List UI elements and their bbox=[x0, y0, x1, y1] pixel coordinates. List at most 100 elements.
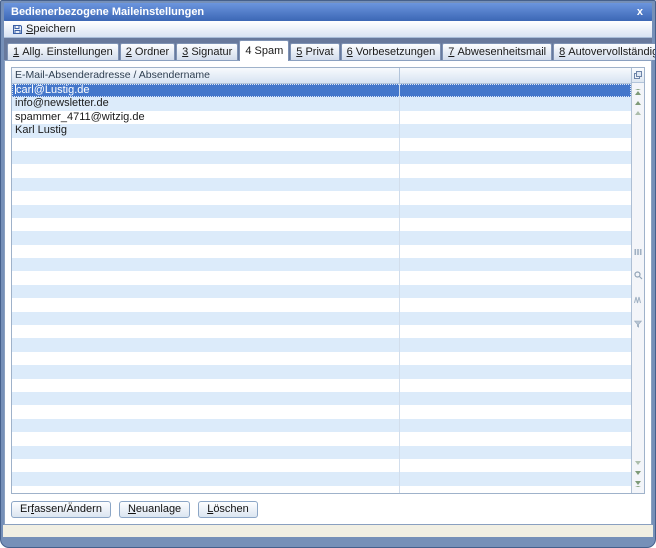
table-row[interactable] bbox=[12, 352, 631, 365]
tab-signatur[interactable]: 3 Signatur bbox=[176, 43, 238, 60]
scroll-top-icon[interactable] bbox=[635, 89, 641, 95]
cell-sender: carl@Lustig.de bbox=[12, 84, 400, 97]
table-row[interactable] bbox=[12, 164, 631, 177]
table-row[interactable] bbox=[12, 205, 631, 218]
table-row[interactable] bbox=[12, 178, 631, 191]
save-button[interactable]: Speichern bbox=[9, 23, 79, 35]
cell-sender bbox=[12, 365, 400, 378]
window-title: Bedienerbezogene Maileinstellungen bbox=[11, 6, 204, 18]
rail-top-group bbox=[635, 83, 641, 121]
loeschen-button[interactable]: Löschen bbox=[198, 501, 258, 518]
table-row[interactable] bbox=[12, 285, 631, 298]
cell-sender bbox=[12, 164, 400, 177]
cell-empty bbox=[400, 245, 631, 258]
tab-privat[interactable]: 5 Privat bbox=[290, 43, 339, 60]
table-row[interactable] bbox=[12, 379, 631, 392]
cell-empty bbox=[400, 151, 631, 164]
cell-empty bbox=[400, 446, 631, 459]
table-row[interactable]: spammer_4711@witzig.de bbox=[12, 111, 631, 124]
cell-empty bbox=[400, 472, 631, 485]
cell-sender bbox=[12, 218, 400, 231]
table-row[interactable] bbox=[12, 325, 631, 338]
table-row[interactable] bbox=[12, 271, 631, 284]
table-row[interactable] bbox=[12, 138, 631, 151]
cell-empty bbox=[400, 178, 631, 191]
table-row[interactable] bbox=[12, 365, 631, 378]
columns-icon[interactable] bbox=[634, 243, 642, 261]
column-header-sender[interactable]: E-Mail-Absenderadresse / Absendername bbox=[12, 68, 400, 83]
cell-empty bbox=[400, 231, 631, 244]
column-header-empty[interactable] bbox=[400, 68, 631, 83]
tab-spam[interactable]: 4 Spam bbox=[239, 40, 289, 61]
grid-main: E-Mail-Absenderadresse / Absendername ca… bbox=[12, 68, 631, 493]
save-button-label: Speichern bbox=[26, 23, 76, 35]
table-row-selected[interactable]: carl@Lustig.de bbox=[12, 84, 631, 97]
cell-sender bbox=[12, 459, 400, 472]
sort-icon[interactable] bbox=[634, 291, 642, 309]
table-row[interactable] bbox=[12, 459, 631, 472]
scroll-bottom-icon[interactable] bbox=[635, 481, 641, 487]
cell-empty bbox=[400, 325, 631, 338]
cell-empty bbox=[400, 138, 631, 151]
tab-autovervollstaendigung[interactable]: 8 Autovervollständigung bbox=[553, 43, 656, 60]
table-row[interactable] bbox=[12, 419, 631, 432]
cell-sender: Karl Lustig bbox=[12, 124, 400, 137]
table-row[interactable] bbox=[12, 151, 631, 164]
table-row[interactable] bbox=[12, 312, 631, 325]
table-row[interactable] bbox=[12, 258, 631, 271]
cell-sender bbox=[12, 312, 400, 325]
cell-sender bbox=[12, 178, 400, 191]
table-row[interactable] bbox=[12, 231, 631, 244]
cell-sender bbox=[12, 258, 400, 271]
table-row[interactable]: Karl Lustig bbox=[12, 124, 631, 137]
cell-empty bbox=[400, 191, 631, 204]
scroll-down-icon[interactable] bbox=[635, 471, 641, 475]
search-icon[interactable] bbox=[634, 267, 643, 285]
cell-empty bbox=[400, 338, 631, 351]
table-row[interactable] bbox=[12, 298, 631, 311]
filter-icon[interactable] bbox=[634, 315, 642, 333]
cell-sender bbox=[12, 325, 400, 338]
dialog-window: Bedienerbezogene Maileinstellungen x Spe… bbox=[0, 0, 656, 548]
cell-sender bbox=[12, 138, 400, 151]
cell-sender: spammer_4711@witzig.de bbox=[12, 111, 400, 124]
cell-empty bbox=[400, 218, 631, 231]
cell-empty bbox=[400, 97, 631, 110]
cell-sender bbox=[12, 446, 400, 459]
table-row[interactable]: info@newsletter.de bbox=[12, 97, 631, 110]
cell-sender bbox=[12, 245, 400, 258]
tab-bar: 1 Allg. Einstellungen 2 Ordner 3 Signatu… bbox=[4, 38, 652, 60]
cell-sender bbox=[12, 338, 400, 351]
cell-empty bbox=[400, 111, 631, 124]
cell-empty bbox=[400, 258, 631, 271]
cell-empty bbox=[400, 392, 631, 405]
cell-sender bbox=[12, 472, 400, 485]
neuanlage-button[interactable]: Neuanlage bbox=[119, 501, 190, 518]
tab-ordner[interactable]: 2 Ordner bbox=[120, 43, 175, 60]
table-row[interactable] bbox=[12, 392, 631, 405]
page-up-icon[interactable] bbox=[635, 111, 641, 115]
table-row[interactable] bbox=[12, 405, 631, 418]
scroll-up-icon[interactable] bbox=[635, 101, 641, 105]
tab-allg-einstellungen[interactable]: 1 Allg. Einstellungen bbox=[7, 43, 119, 60]
table-row[interactable] bbox=[12, 472, 631, 485]
table-row[interactable] bbox=[12, 218, 631, 231]
table-row[interactable] bbox=[12, 191, 631, 204]
table-row[interactable] bbox=[12, 486, 631, 493]
table-row[interactable] bbox=[12, 338, 631, 351]
cell-empty bbox=[400, 164, 631, 177]
window-frame-bottom bbox=[4, 537, 652, 547]
cell-sender bbox=[12, 205, 400, 218]
cell-empty bbox=[400, 405, 631, 418]
column-chooser-icon[interactable] bbox=[632, 68, 644, 83]
close-icon[interactable]: x bbox=[635, 7, 645, 18]
cell-sender bbox=[12, 392, 400, 405]
erfassen-aendern-button[interactable]: Erfassen/Ändern bbox=[11, 501, 111, 518]
table-row[interactable] bbox=[12, 245, 631, 258]
table-row[interactable] bbox=[12, 446, 631, 459]
tab-abwesenheitsmail[interactable]: 7 Abwesenheitsmail bbox=[442, 43, 552, 60]
action-button-row: Erfassen/Ändern Neuanlage Löschen bbox=[5, 497, 651, 524]
page-down-icon[interactable] bbox=[635, 461, 641, 465]
tab-vorbesetzungen[interactable]: 6 Vorbesetzungen bbox=[341, 43, 442, 60]
table-row[interactable] bbox=[12, 432, 631, 445]
